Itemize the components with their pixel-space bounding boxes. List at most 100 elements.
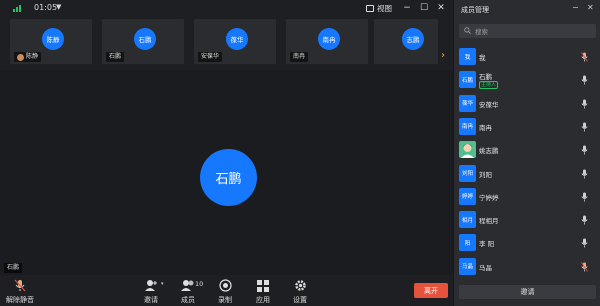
- microphone-icon[interactable]: [581, 75, 588, 85]
- participant-name: 安葆华: [201, 53, 220, 60]
- participant-name: 南冉: [293, 53, 306, 60]
- microphone-icon[interactable]: [581, 192, 588, 202]
- member-name: 我: [479, 54, 486, 62]
- record-button[interactable]: 录制: [218, 279, 232, 305]
- member-name: 马晶: [479, 263, 492, 272]
- member-name: 姚志鹏: [479, 147, 499, 156]
- participant-strip: 陈静 陈静 石鹏 石鹏 葆华 安葆华 南冉 南冉 志鹏 ›: [0, 16, 453, 90]
- search-placeholder: 搜索: [475, 28, 488, 36]
- member-avatar: 马晶: [459, 257, 476, 275]
- chevron-down-icon[interactable]: ▾: [161, 281, 164, 287]
- view-label: 视图: [377, 3, 392, 13]
- member-name: 南冉: [479, 123, 492, 132]
- microphone-icon[interactable]: [581, 145, 588, 155]
- member-row[interactable]: 刘阳 刘阳: [454, 162, 600, 185]
- invite-label: 邀请: [144, 296, 158, 304]
- apps-label: 应用: [256, 296, 270, 304]
- member-panel: 成员管理 − ✕ 搜索 我我石鹏 石鹏 主持人 葆华 安葆华 南冉 南冉 姚志鹏 刘阳 刘阳 婷婷宁…: [453, 0, 600, 306]
- close-icon[interactable]: ✕: [435, 2, 447, 14]
- member-row[interactable]: 我我: [454, 45, 600, 68]
- participant-tile[interactable]: 志鹏: [374, 19, 438, 64]
- microphone-icon[interactable]: [581, 215, 588, 225]
- participant-name-tag: 安葆华: [198, 52, 223, 62]
- member-row[interactable]: 婷婷 宁婷婷: [454, 185, 600, 208]
- member-name: 李 阳: [479, 240, 495, 249]
- microphone-muted-icon[interactable]: [581, 52, 588, 62]
- participant-name: 石鹏: [109, 53, 122, 60]
- leave-meeting-button[interactable]: 离开: [414, 283, 448, 298]
- host-badge: 主持人: [479, 81, 499, 90]
- member-row[interactable]: 葆华 安葆华: [454, 92, 600, 115]
- avatar-photo-icon: [17, 53, 24, 61]
- settings-label: 设置: [293, 296, 307, 304]
- member-avatar: 葆华: [459, 94, 476, 112]
- microphone-icon[interactable]: [581, 238, 588, 248]
- panel-invite-button[interactable]: 邀请: [459, 285, 596, 299]
- microphone-icon[interactable]: [581, 169, 588, 179]
- meeting-duration: 01:05: [34, 3, 58, 12]
- member-avatar: 相月: [459, 211, 476, 229]
- members-label: 成员: [181, 296, 195, 304]
- signal-strength-icon: [13, 5, 22, 12]
- meeting-toolbar: 解除静音 ▾ 邀请 10 成员 录制 应用 设置 离开: [0, 275, 453, 306]
- participant-avatar: 陈静: [42, 28, 64, 50]
- member-name: 安葆华: [479, 100, 499, 109]
- apps-button[interactable]: 应用: [256, 279, 270, 305]
- meeting-area: 01:05 ▼ 视图 − ☐ ✕ 陈静 陈静 石鹏 石鹏 葆华 安葆华 南冉 南…: [0, 0, 453, 306]
- member-avatar: 阳: [459, 234, 476, 252]
- settings-button[interactable]: 设置: [293, 279, 307, 305]
- microphone-muted-icon: [14, 279, 26, 292]
- view-button[interactable]: 视图: [366, 2, 392, 14]
- member-avatar: 石鹏: [459, 71, 476, 89]
- member-avatar: 我: [459, 48, 476, 65]
- member-row[interactable]: 姚志鹏: [454, 138, 600, 161]
- member-row[interactable]: 石鹏 石鹏 主持人: [454, 68, 600, 91]
- member-search-input[interactable]: 搜索: [459, 24, 596, 38]
- participant-avatar: 石鹏: [134, 28, 156, 50]
- member-row[interactable]: 阳李 阳: [454, 231, 600, 254]
- microphone-muted-icon[interactable]: [581, 261, 588, 272]
- gear-icon: [294, 279, 307, 292]
- speaker-name-tag: 石鹏: [4, 263, 23, 273]
- member-avatar: 刘阳: [459, 164, 476, 182]
- member-row[interactable]: 相月 程相月: [454, 208, 600, 231]
- participant-name-tag: 南冉: [290, 52, 309, 62]
- search-icon: [464, 27, 471, 34]
- members-button[interactable]: 10 成员: [181, 279, 203, 305]
- microphone-icon[interactable]: [581, 122, 588, 132]
- participant-name-tag: 陈静: [14, 52, 42, 62]
- participant-avatar: 葆华: [226, 28, 248, 50]
- record-label: 录制: [218, 296, 232, 304]
- members-count: 10: [195, 280, 204, 288]
- layout-icon: [366, 4, 374, 12]
- invite-button[interactable]: ▾ 邀请: [144, 279, 164, 305]
- minimize-icon[interactable]: −: [572, 3, 579, 12]
- unmute-label: 解除静音: [6, 296, 34, 304]
- chevron-down-icon[interactable]: ▼: [56, 3, 61, 11]
- participant-name-tag: 石鹏: [106, 52, 125, 62]
- member-avatar: 婷婷: [459, 187, 476, 205]
- participant-name: 陈静: [26, 53, 39, 60]
- close-icon[interactable]: ✕: [587, 3, 594, 12]
- participant-avatar: 志鹏: [402, 28, 424, 50]
- participant-tile[interactable]: 陈静 陈静: [10, 19, 92, 64]
- chevron-right-icon[interactable]: ›: [441, 50, 445, 61]
- maximize-icon[interactable]: ☐: [418, 2, 430, 14]
- speaker-avatar: 石鹏: [200, 149, 257, 206]
- top-bar: 01:05 ▼ 视图 − ☐ ✕: [0, 0, 453, 16]
- member-name: 石鹏: [479, 73, 492, 82]
- member-name: 程相月: [479, 217, 499, 226]
- participant-tile[interactable]: 石鹏 石鹏: [102, 19, 184, 64]
- participant-tile[interactable]: 南冉 南冉: [286, 19, 368, 64]
- member-row[interactable]: 马晶 马晶: [454, 255, 600, 278]
- member-name: 刘阳: [479, 170, 492, 179]
- unmute-button[interactable]: 解除静音: [6, 279, 34, 305]
- members-icon: [181, 279, 195, 292]
- member-row[interactable]: 南冉 南冉: [454, 115, 600, 138]
- add-user-icon: [144, 279, 158, 292]
- microphone-icon[interactable]: [581, 99, 588, 109]
- record-icon: [218, 279, 232, 292]
- participant-tile[interactable]: 葆华 安葆华: [194, 19, 276, 64]
- member-name: 宁婷婷: [479, 193, 499, 202]
- minimize-icon[interactable]: −: [401, 2, 413, 14]
